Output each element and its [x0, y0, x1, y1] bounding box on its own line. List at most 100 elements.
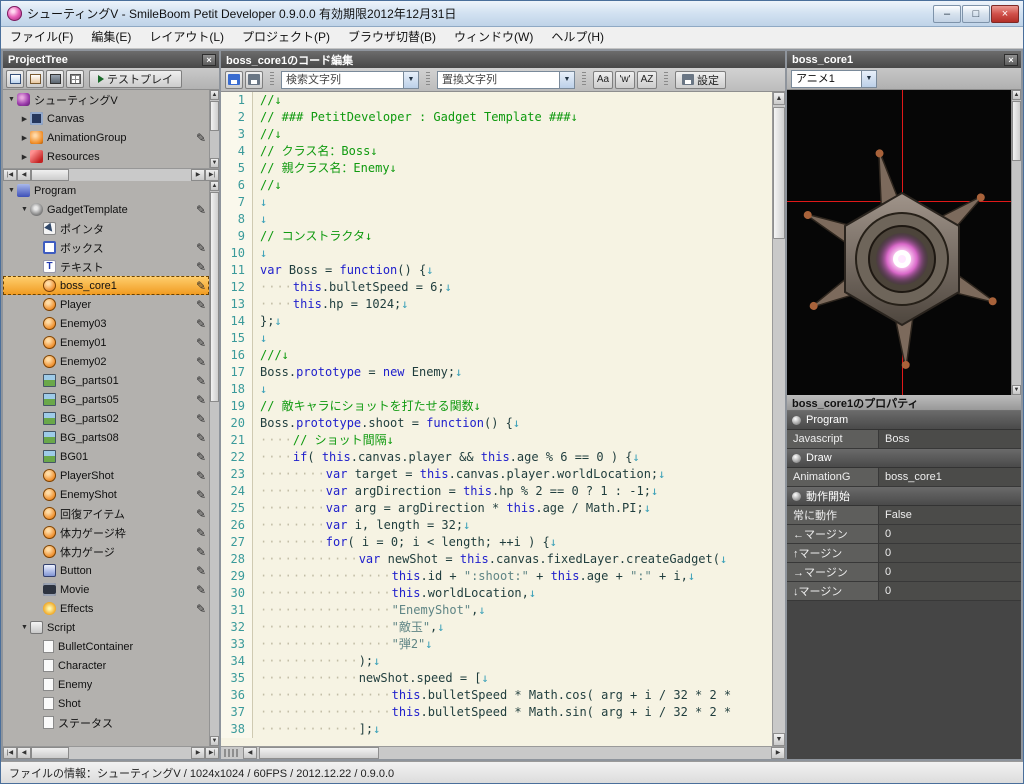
scroll-left-icon[interactable]	[17, 747, 31, 759]
code-line[interactable]: 37 ················this.bulletSpeed * Mat…	[221, 704, 772, 721]
scroll-up-icon[interactable]	[210, 181, 219, 191]
code-line[interactable]: 27 ········for( i = 0; i < length; ++i ) …	[221, 534, 772, 551]
code-line[interactable]: 11 var Boss = function() {↓	[221, 262, 772, 279]
code-line[interactable]: 36 ················this.bulletSpeed * Mat…	[221, 687, 772, 704]
code-line[interactable]: 3 //↓	[221, 126, 772, 143]
toolbar-grip[interactable]	[426, 72, 430, 87]
edit-pencil-icon[interactable]	[196, 545, 206, 559]
code-line[interactable]: 16 ///↓	[221, 347, 772, 364]
code-line[interactable]: 9 // コンストラクタ↓	[221, 228, 772, 245]
code-line[interactable]: 22 ····if( this.canvas.player && this.age…	[221, 449, 772, 466]
tree-item-テキスト[interactable]: テキスト	[3, 257, 209, 276]
search-combo[interactable]: 検索文字列	[281, 70, 419, 89]
tree-item-Effects[interactable]: Effects	[3, 599, 209, 618]
code-line[interactable]: 33 ················"弾2"↓	[221, 636, 772, 653]
scrollbar-track[interactable]	[773, 105, 785, 733]
edit-pencil-icon[interactable]	[196, 374, 206, 388]
replace-input[interactable]: 置換文字列	[438, 72, 559, 88]
menu-item[interactable]: レイアウト(L)	[140, 27, 233, 48]
tree-item-Enemy03[interactable]: Enemy03	[3, 314, 209, 333]
edit-pencil-icon[interactable]	[196, 317, 206, 331]
scroll-home-icon[interactable]	[3, 169, 17, 181]
replace-dropdown-icon[interactable]	[559, 71, 574, 88]
tree-item-Shot[interactable]: Shot	[3, 694, 209, 713]
tree-item-BG01[interactable]: BG01	[3, 447, 209, 466]
tree-item-Enemy01[interactable]: Enemy01	[3, 333, 209, 352]
edit-pencil-icon[interactable]	[196, 260, 206, 274]
edit-pencil-icon[interactable]	[196, 298, 206, 312]
property-value[interactable]: boss_core1	[879, 468, 1021, 486]
tree-item-Button[interactable]: Button	[3, 561, 209, 580]
editor-hscrollbar[interactable]	[221, 746, 785, 759]
scrollbar-track[interactable]	[210, 191, 219, 736]
edit-pencil-icon[interactable]	[196, 279, 206, 293]
match-case-button[interactable]: Aa	[593, 70, 613, 89]
scroll-right-icon[interactable]	[771, 747, 785, 759]
collapse-icon[interactable]	[19, 206, 30, 213]
menu-item[interactable]: ウィンドウ(W)	[445, 27, 542, 48]
close-button[interactable]: ×	[991, 4, 1019, 23]
scrollbar-thumb[interactable]	[210, 101, 219, 131]
animation-combo[interactable]: アニメ1	[791, 69, 877, 88]
scroll-end-icon[interactable]	[205, 747, 219, 759]
scroll-up-icon[interactable]	[1012, 90, 1021, 100]
tree-item-体力ゲージ枠[interactable]: 体力ゲージ枠	[3, 523, 209, 542]
code-line[interactable]: 19 // 敵キャラにショットを打たせる関数↓	[221, 398, 772, 415]
code-line[interactable]: 18 ↓	[221, 381, 772, 398]
code-line[interactable]: 24 ········var argDirection = this.hp % 2…	[221, 483, 772, 500]
animation-select-value[interactable]: アニメ1	[792, 71, 861, 87]
scrollbar-track[interactable]	[1012, 100, 1021, 385]
property-value[interactable]: 0	[879, 525, 1021, 543]
editor-vscrollbar[interactable]	[772, 92, 785, 746]
close-panel-icon[interactable]	[202, 53, 216, 66]
duplicate-button[interactable]	[26, 69, 44, 88]
code-line[interactable]: 17 Boss.prototype = new Enemy;↓	[221, 364, 772, 381]
code-line[interactable]: 35 ············newShot.speed = [↓	[221, 670, 772, 687]
close-panel-icon[interactable]	[1004, 53, 1018, 66]
scroll-left-icon[interactable]	[17, 169, 31, 181]
edit-pencil-icon[interactable]	[196, 488, 206, 502]
tree-item-ステータス[interactable]: ステータス	[3, 713, 209, 732]
code-line[interactable]: 21 ····// ショット間隔↓	[221, 432, 772, 449]
property-group-動作開始[interactable]: 動作開始	[787, 487, 1021, 506]
edit-pencil-icon[interactable]	[196, 564, 206, 578]
hscroll-track[interactable]	[31, 747, 191, 759]
expand-icon[interactable]	[19, 153, 30, 161]
delete-button[interactable]	[46, 69, 64, 88]
menu-item[interactable]: プロジェクト(P)	[233, 27, 339, 48]
toolbar-grip[interactable]	[582, 72, 586, 87]
property-value[interactable]: False	[879, 506, 1021, 524]
scroll-end-icon[interactable]	[205, 169, 219, 181]
tree-item-Player[interactable]: Player	[3, 295, 209, 314]
property-group-Program[interactable]: Program	[787, 411, 1021, 430]
menu-item[interactable]: ヘルプ(H)	[542, 27, 613, 48]
preview-viewport[interactable]	[787, 90, 1011, 395]
replace-combo[interactable]: 置換文字列	[437, 70, 575, 89]
tree-item-BG_parts08[interactable]: BG_parts08	[3, 428, 209, 447]
code-line[interactable]: 32 ················"敵玉",↓	[221, 619, 772, 636]
collapse-icon[interactable]	[6, 96, 17, 103]
tree-item-Script[interactable]: Script	[3, 618, 209, 637]
tree-item-EnemyShot[interactable]: EnemyShot	[3, 485, 209, 504]
program-tree-scrollbar[interactable]	[209, 181, 219, 746]
code-line[interactable]: 31 ················"EnemyShot",↓	[221, 602, 772, 619]
edit-pencil-icon[interactable]	[196, 241, 206, 255]
maximize-button[interactable]: □	[962, 4, 990, 23]
edit-pencil-icon[interactable]	[196, 336, 206, 350]
tree-item-BG_parts01[interactable]: BG_parts01	[3, 371, 209, 390]
collapse-icon[interactable]	[6, 187, 17, 194]
code-line[interactable]: 7 ↓	[221, 194, 772, 211]
code-line[interactable]: 1 //↓	[221, 92, 772, 109]
tree-item-体力ゲージ[interactable]: 体力ゲージ	[3, 542, 209, 561]
code-line[interactable]: 29 ················this.id + ":shoot:" + …	[221, 568, 772, 585]
tree-item-ボックス[interactable]: ボックス	[3, 238, 209, 257]
tree-item-Enemy[interactable]: Enemy	[3, 675, 209, 694]
preview-scrollbar[interactable]	[1011, 90, 1021, 395]
hscroll-track[interactable]	[31, 169, 191, 181]
scroll-down-icon[interactable]	[210, 736, 219, 746]
code-line[interactable]: 5 // 親クラス名：Enemy↓	[221, 160, 772, 177]
scrollbar-thumb[interactable]	[773, 107, 785, 239]
tree-item-PlayerShot[interactable]: PlayerShot	[3, 466, 209, 485]
scroll-left-icon[interactable]	[243, 747, 257, 759]
splitter-grip[interactable]	[224, 749, 240, 757]
